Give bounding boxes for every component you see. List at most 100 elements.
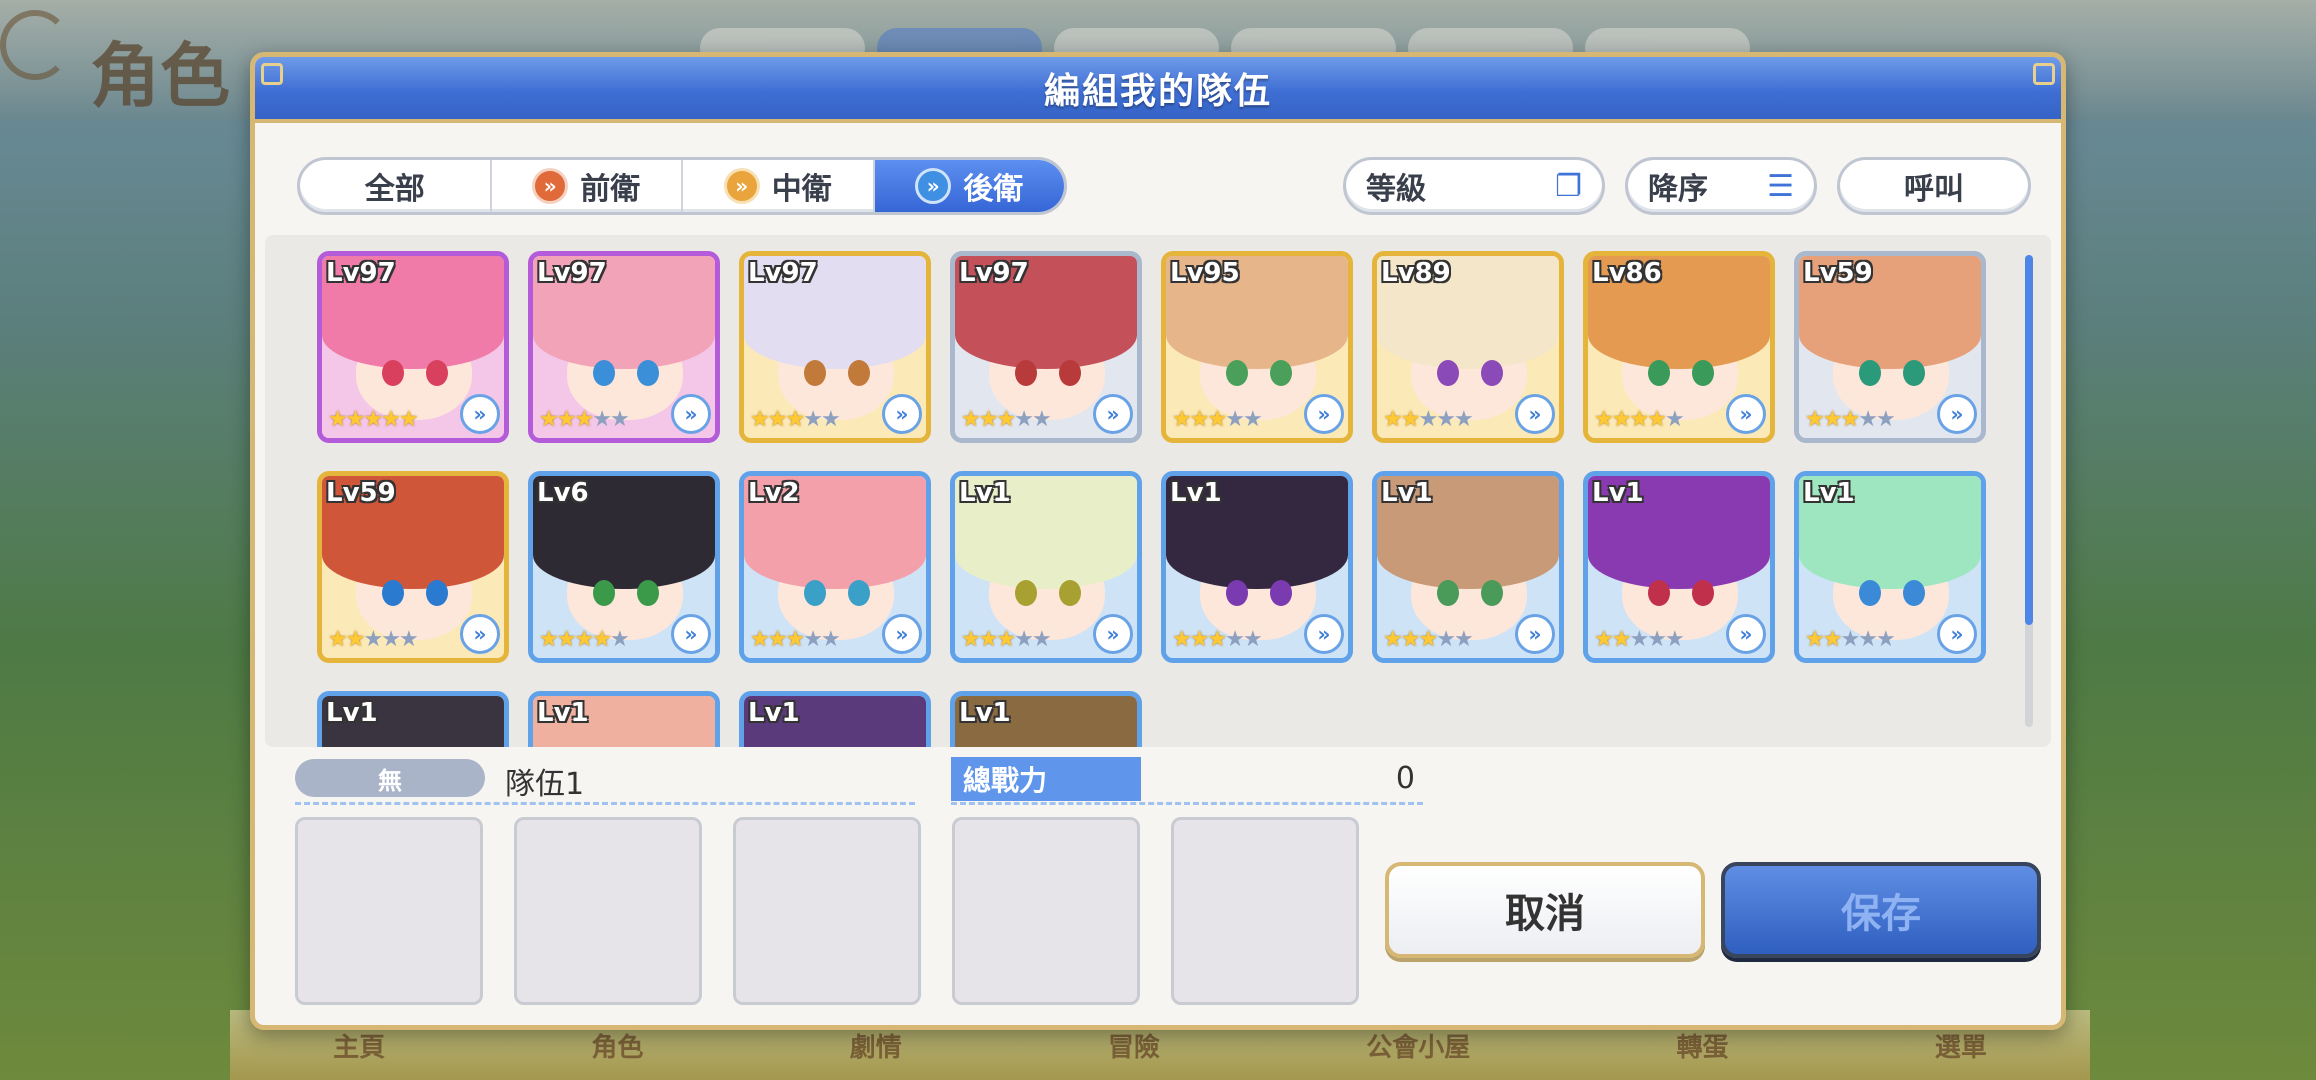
star-icon: ★ xyxy=(803,627,823,652)
team-tag: 無 xyxy=(295,759,485,797)
star-icon: ★ xyxy=(556,407,577,432)
character-eye xyxy=(637,580,659,606)
character-card[interactable]: Lv1 ★★★★★» xyxy=(1372,471,1564,663)
tab-back[interactable]: » 後衛 xyxy=(874,160,1064,212)
grid-scrollbar[interactable] xyxy=(2025,255,2033,727)
cancel-button[interactable]: 取消 xyxy=(1385,862,1705,958)
character-level: Lv1 xyxy=(1381,478,1433,508)
star-icon: ★ xyxy=(1647,627,1667,652)
scrollbar-thumb[interactable] xyxy=(2025,255,2033,625)
character-level: Lv1 xyxy=(1170,478,1222,508)
character-level: Lv97 xyxy=(748,258,818,288)
star-icon: ★ xyxy=(767,627,788,652)
character-level: Lv6 xyxy=(537,478,589,508)
star-rating: ★★★★★ xyxy=(750,627,841,652)
star-icon: ★ xyxy=(1436,627,1456,652)
character-level: Lv1 xyxy=(1803,478,1855,508)
back-position-icon: » xyxy=(671,614,711,654)
sort-field-button[interactable]: 等級 ❐ xyxy=(1343,157,1605,215)
character-card[interactable]: Lv1 ★★★★★» xyxy=(950,471,1142,663)
tab-label: 後衛 xyxy=(963,172,1024,207)
character-eye xyxy=(382,360,404,386)
team-slot[interactable] xyxy=(514,817,702,1005)
star-icon: ★ xyxy=(1822,627,1843,652)
background-nav-item: 劇情 xyxy=(849,1032,902,1063)
background-screen-title: 角色 xyxy=(90,34,230,117)
character-card[interactable]: Lv2 ★★★★★» xyxy=(739,471,931,663)
tab-front[interactable]: » 前衛 xyxy=(492,160,683,212)
character-level: Lv1 xyxy=(959,478,1011,508)
back-position-icon: » xyxy=(460,614,500,654)
star-icon: ★ xyxy=(803,407,823,432)
team-slot[interactable] xyxy=(733,817,921,1005)
character-level: Lv1 xyxy=(748,698,800,728)
front-position-icon: » xyxy=(532,168,569,204)
star-icon: ★ xyxy=(1383,407,1403,432)
character-card[interactable]: Lv97 ★★★★★» xyxy=(950,251,1142,443)
character-eye xyxy=(1481,360,1503,386)
star-icon: ★ xyxy=(978,407,999,432)
team-slot[interactable] xyxy=(295,817,483,1005)
star-rating: ★★★★★ xyxy=(1172,407,1263,432)
back-position-icon: » xyxy=(1304,614,1344,654)
character-eye xyxy=(1481,580,1503,606)
back-position-icon: » xyxy=(671,394,711,434)
star-icon: ★ xyxy=(345,627,366,652)
back-position-icon: » xyxy=(882,614,922,654)
character-level: Lv59 xyxy=(1803,258,1873,288)
team-slot[interactable] xyxy=(1171,817,1359,1005)
character-eye xyxy=(426,360,448,386)
tab-middle[interactable]: » 中衛 xyxy=(683,160,875,212)
character-card[interactable]: Lv59 ★★★★★» xyxy=(1794,251,1986,443)
star-icon: ★ xyxy=(574,627,594,652)
star-icon: ★ xyxy=(1805,627,1825,652)
total-power-label: 總戰力 xyxy=(951,757,1141,801)
character-card[interactable]: Lv86 ★★★★★» xyxy=(1583,251,1775,443)
star-icon: ★ xyxy=(539,407,559,432)
character-eye xyxy=(1226,360,1248,386)
star-icon: ★ xyxy=(1207,407,1227,432)
character-card[interactable]: Lv95 ★★★★★» xyxy=(1161,251,1353,443)
character-card[interactable]: Lv1 xyxy=(739,691,931,747)
star-rating: ★★★★★ xyxy=(328,627,419,652)
character-card[interactable]: Lv89 ★★★★★» xyxy=(1372,251,1564,443)
character-card[interactable]: Lv97 ★★★★★» xyxy=(739,251,931,443)
star-icon: ★ xyxy=(820,627,841,652)
star-icon: ★ xyxy=(1031,407,1052,432)
sort-descending-icon: ☰ xyxy=(1767,168,1794,204)
character-card[interactable]: Lv59 ★★★★★» xyxy=(317,471,509,663)
character-card[interactable]: Lv1 xyxy=(317,691,509,747)
character-card[interactable]: Lv1 ★★★★★» xyxy=(1161,471,1353,663)
tab-all[interactable]: 全部 xyxy=(300,160,492,212)
star-icon: ★ xyxy=(1875,627,1896,652)
team-name[interactable]: 隊伍1 xyxy=(505,759,584,803)
save-button[interactable]: 保存 xyxy=(1721,862,2041,958)
sort-order-button[interactable]: 降序 ☰ xyxy=(1625,157,1817,215)
team-slot[interactable] xyxy=(952,817,1140,1005)
star-rating: ★★★★★ xyxy=(1805,407,1896,432)
back-position-icon: » xyxy=(915,168,952,204)
character-eye xyxy=(1270,360,1292,386)
character-card[interactable]: Lv1 xyxy=(950,691,1142,747)
divider xyxy=(295,802,915,805)
character-card[interactable]: Lv1 xyxy=(528,691,720,747)
star-icon: ★ xyxy=(1822,407,1843,432)
star-icon: ★ xyxy=(1840,627,1860,652)
character-card[interactable]: Lv97 ★★★★★» xyxy=(528,251,720,443)
star-icon: ★ xyxy=(1858,407,1878,432)
star-icon: ★ xyxy=(609,407,630,432)
character-card[interactable]: Lv97 ★★★★★» xyxy=(317,251,509,443)
character-card[interactable]: Lv1 ★★★★★» xyxy=(1794,471,1986,663)
star-icon: ★ xyxy=(1436,407,1456,432)
character-eye xyxy=(593,580,615,606)
star-icon: ★ xyxy=(961,627,981,652)
character-eye xyxy=(1648,360,1670,386)
character-level: Lv1 xyxy=(1592,478,1644,508)
star-rating: ★★★★★ xyxy=(1594,407,1685,432)
star-icon: ★ xyxy=(1242,407,1263,432)
call-button[interactable]: 呼叫 xyxy=(1837,157,2031,215)
character-card[interactable]: Lv6 ★★★★★» xyxy=(528,471,720,663)
character-eye xyxy=(848,580,870,606)
character-card[interactable]: Lv1 ★★★★★» xyxy=(1583,471,1775,663)
star-icon: ★ xyxy=(398,407,419,432)
